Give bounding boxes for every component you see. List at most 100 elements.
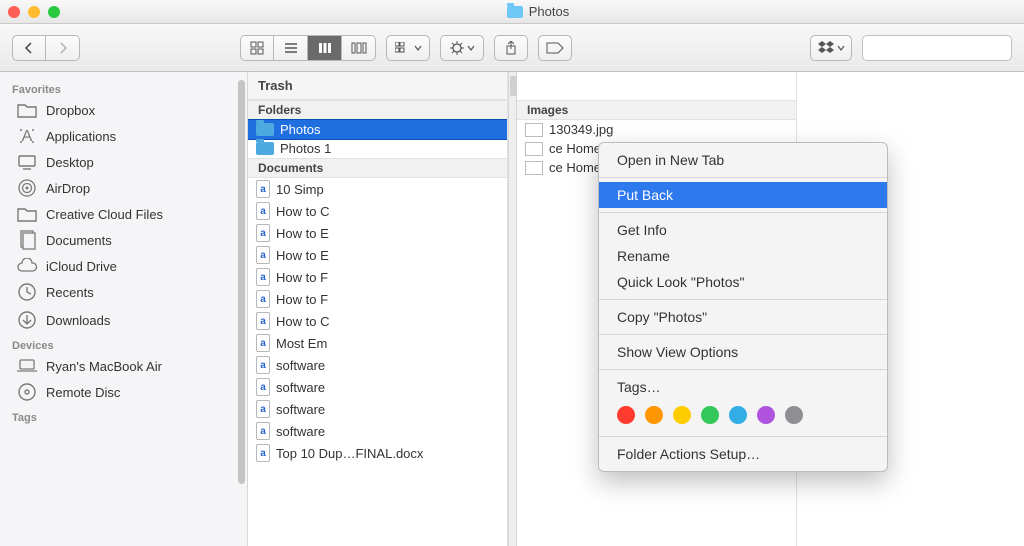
column-trash: Trash Folders PhotosPhotos 1 Documents a…: [248, 72, 508, 546]
document-row[interactable]: asoftware: [248, 354, 507, 376]
traffic-lights: [8, 6, 60, 18]
nav-buttons: [12, 35, 80, 61]
dropbox-button[interactable]: [810, 35, 852, 61]
document-label: How to C: [276, 204, 329, 219]
sidebar-item-label: AirDrop: [46, 181, 90, 196]
document-icon: a: [256, 180, 270, 198]
sidebar-scrollbar[interactable]: [238, 80, 245, 484]
images-section-label: Images: [517, 100, 796, 120]
document-row[interactable]: aHow to C: [248, 200, 507, 222]
context-menu-item[interactable]: Put Back: [599, 182, 887, 208]
sidebar-item-label: iCloud Drive: [46, 259, 117, 274]
sidebar-item[interactable]: Dropbox: [0, 98, 247, 122]
document-label: How to E: [276, 248, 329, 263]
icon-view-button[interactable]: [240, 35, 274, 61]
context-menu-item[interactable]: Get Info: [599, 217, 887, 243]
document-row[interactable]: aHow to E: [248, 244, 507, 266]
context-menu-separator: [599, 334, 887, 335]
context-menu-item[interactable]: Open in New Tab: [599, 147, 887, 173]
folder-icon: [16, 102, 38, 118]
gallery-view-button[interactable]: [342, 35, 376, 61]
toolbar: [0, 24, 1024, 72]
sidebar-item-label: Ryan's MacBook Air: [46, 359, 162, 374]
tag-color-dot[interactable]: [673, 406, 691, 424]
sidebar-item[interactable]: Ryan's MacBook Air: [0, 354, 247, 378]
sidebar-item[interactable]: iCloud Drive: [0, 254, 247, 278]
folder-row[interactable]: Photos: [248, 120, 507, 139]
document-label: software: [276, 424, 325, 439]
tag-color-dot[interactable]: [701, 406, 719, 424]
folder-label: Photos 1: [280, 141, 331, 156]
document-row[interactable]: asoftware: [248, 398, 507, 420]
documents-section-label: Documents: [248, 158, 507, 178]
document-icon: a: [256, 268, 270, 286]
folder-row[interactable]: Photos 1: [248, 139, 507, 158]
context-menu-item[interactable]: Folder Actions Setup…: [599, 441, 887, 467]
sidebar-item[interactable]: AApplications: [0, 122, 247, 150]
document-label: Most Em: [276, 336, 327, 351]
action-button[interactable]: [440, 35, 484, 61]
titlebar: Photos: [0, 0, 1024, 24]
tag-color-dot[interactable]: [729, 406, 747, 424]
sidebar-item[interactable]: Creative Cloud Files: [0, 202, 247, 226]
document-icon: a: [256, 378, 270, 396]
document-label: How to E: [276, 226, 329, 241]
close-window-icon[interactable]: [8, 6, 20, 18]
zoom-window-icon[interactable]: [48, 6, 60, 18]
back-button[interactable]: [12, 35, 46, 61]
sidebar-item-label: Applications: [46, 129, 116, 144]
context-menu-separator: [599, 369, 887, 370]
document-row[interactable]: a How to E: [248, 222, 507, 244]
column-divider[interactable]: [508, 72, 517, 546]
column-resize-handle-icon[interactable]: [510, 76, 517, 96]
minimize-window-icon[interactable]: [28, 6, 40, 18]
document-icon: a: [256, 444, 270, 462]
window-title: Photos: [529, 4, 569, 19]
sidebar: FavoritesDropboxAApplicationsDesktopAirD…: [0, 72, 248, 546]
sidebar-item[interactable]: AirDrop: [0, 174, 247, 202]
document-icon: a: [256, 224, 270, 242]
sidebar-item[interactable]: Downloads: [0, 306, 247, 334]
context-menu-separator: [599, 299, 887, 300]
tag-color-dot[interactable]: [785, 406, 803, 424]
list-view-button[interactable]: [274, 35, 308, 61]
folder-label: Photos: [280, 122, 320, 137]
window-title-area: Photos: [60, 4, 1016, 19]
context-menu-item[interactable]: Copy "Photos": [599, 304, 887, 330]
context-menu-item[interactable]: Show View Options: [599, 339, 887, 365]
document-row[interactable]: asoftware: [248, 420, 507, 442]
context-menu-tag-colors: [599, 400, 887, 432]
sidebar-item[interactable]: Desktop: [0, 150, 247, 174]
document-row[interactable]: a10 Simp: [248, 178, 507, 200]
folder-icon: [256, 142, 274, 155]
document-label: software: [276, 380, 325, 395]
document-row[interactable]: aMost Em: [248, 332, 507, 354]
context-menu-item[interactable]: Rename: [599, 243, 887, 269]
arrange-button[interactable]: [386, 35, 430, 61]
context-menu-item[interactable]: Tags…: [599, 374, 887, 400]
sidebar-item[interactable]: Remote Disc: [0, 378, 247, 406]
document-row[interactable]: aHow to F: [248, 266, 507, 288]
image-row[interactable]: 130349.jpg: [517, 120, 796, 139]
column-view-button[interactable]: [308, 35, 342, 61]
tag-color-dot[interactable]: [645, 406, 663, 424]
tag-color-dot[interactable]: [617, 406, 635, 424]
document-row[interactable]: a software: [248, 376, 507, 398]
tag-color-dot[interactable]: [757, 406, 775, 424]
folder-icon: [256, 123, 274, 136]
share-button[interactable]: [494, 35, 528, 61]
forward-button[interactable]: [46, 35, 80, 61]
folder-icon: [507, 6, 523, 18]
document-row[interactable]: aHow to F: [248, 288, 507, 310]
edit-tags-button[interactable]: [538, 35, 572, 61]
context-menu: Open in New Tab Put Back Get InfoRenameQui…: [598, 142, 888, 472]
document-row[interactable]: aTop 10 Dup…FINAL.docx: [248, 442, 507, 464]
search-field[interactable]: [862, 35, 1012, 61]
sidebar-item[interactable]: Recents: [0, 278, 247, 306]
context-menu-item[interactable]: Quick Look "Photos": [599, 269, 887, 295]
document-row[interactable]: aHow to C: [248, 310, 507, 332]
laptop-icon: [16, 358, 38, 374]
sidebar-item[interactable]: Documents: [0, 226, 247, 254]
desktop-icon: [16, 154, 38, 170]
document-label: How to C: [276, 314, 329, 329]
